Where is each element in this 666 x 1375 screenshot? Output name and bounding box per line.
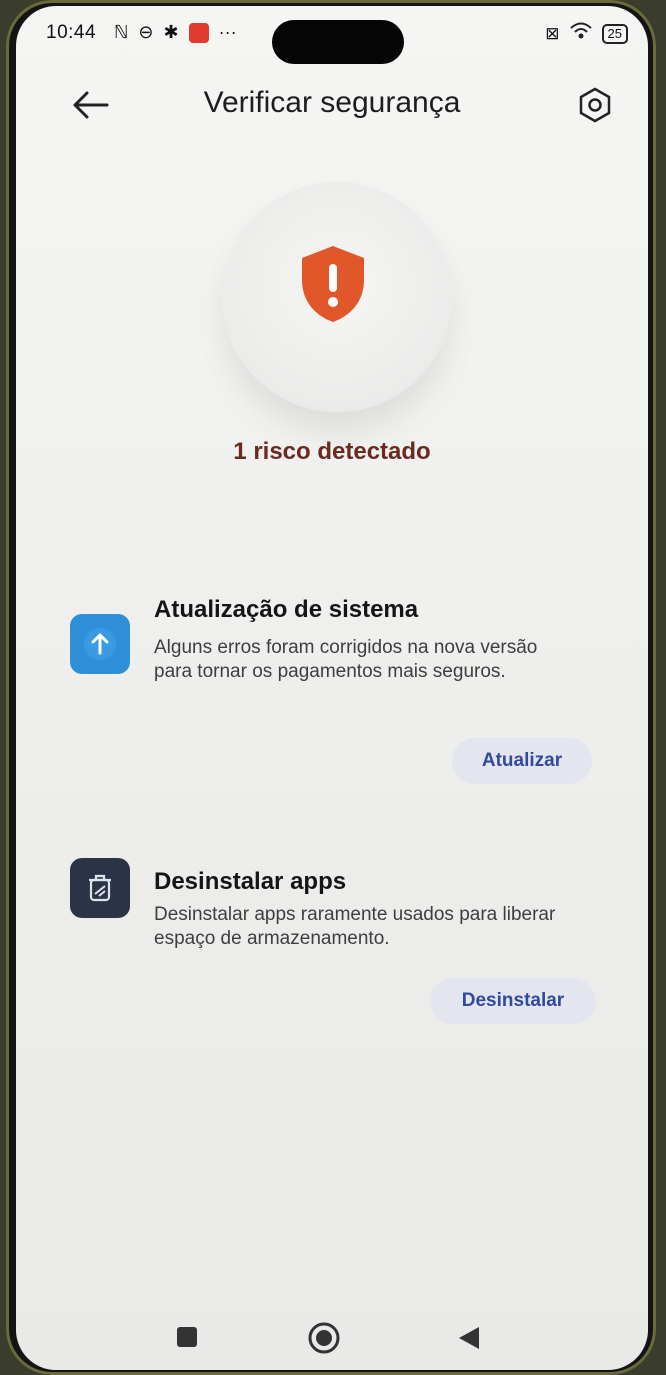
settings-hexagon-icon bbox=[579, 87, 611, 123]
gear-notification-icon: ✱ bbox=[163, 22, 179, 42]
more-notifications-icon: ··· bbox=[218, 22, 237, 42]
settings-button[interactable] bbox=[570, 80, 620, 130]
recent-apps-button[interactable] bbox=[170, 1320, 204, 1354]
camera-cutout bbox=[272, 20, 404, 64]
status-icons-right: ⊠ 25 bbox=[545, 22, 628, 45]
sim-icon: ⊖ bbox=[138, 22, 154, 42]
status-time: 10:44 bbox=[46, 22, 97, 43]
page-title: Verificar segurança bbox=[203, 86, 461, 119]
uninstall-apps-description: Desinstalar apps raramente usados para l… bbox=[154, 904, 556, 949]
home-button[interactable] bbox=[306, 1320, 342, 1356]
square-icon bbox=[177, 1327, 197, 1347]
wifi-icon bbox=[569, 22, 592, 45]
uninstall-button[interactable]: Desinstalar bbox=[430, 978, 596, 1024]
battery-icon: 25 bbox=[601, 23, 628, 44]
trash-icon bbox=[89, 874, 111, 902]
screen: 10:44 ℕ ⊖ ✱ ··· ⊠ 25 Verificar segurança… bbox=[16, 6, 648, 1370]
update-button[interactable]: Atualizar bbox=[452, 738, 592, 784]
nav-back-button[interactable] bbox=[452, 1320, 486, 1356]
arrow-up-icon bbox=[84, 628, 116, 660]
system-update-icon bbox=[70, 614, 130, 674]
system-update-title: Atualização de sistema bbox=[154, 596, 419, 623]
uninstall-apps-title: Desinstalar apps bbox=[154, 868, 347, 895]
no-sim-icon: ⊠ bbox=[545, 23, 560, 43]
circle-icon bbox=[308, 1322, 340, 1354]
status-icons-left: ℕ ⊖ ✱ ··· bbox=[114, 22, 237, 43]
status-bar: 10:44 ℕ ⊖ ✱ ··· ⊠ 25 bbox=[16, 18, 648, 64]
nfc-icon: ℕ bbox=[114, 22, 129, 42]
triangle-back-icon bbox=[459, 1327, 479, 1349]
system-update-description: Alguns erros foram corrigidos na nova ve… bbox=[154, 637, 538, 682]
uninstall-apps-icon bbox=[70, 858, 130, 918]
risk-status-text: 1 risco detectado bbox=[233, 438, 431, 465]
shield-warning-icon bbox=[302, 246, 364, 322]
notification-app-icon bbox=[188, 22, 209, 43]
